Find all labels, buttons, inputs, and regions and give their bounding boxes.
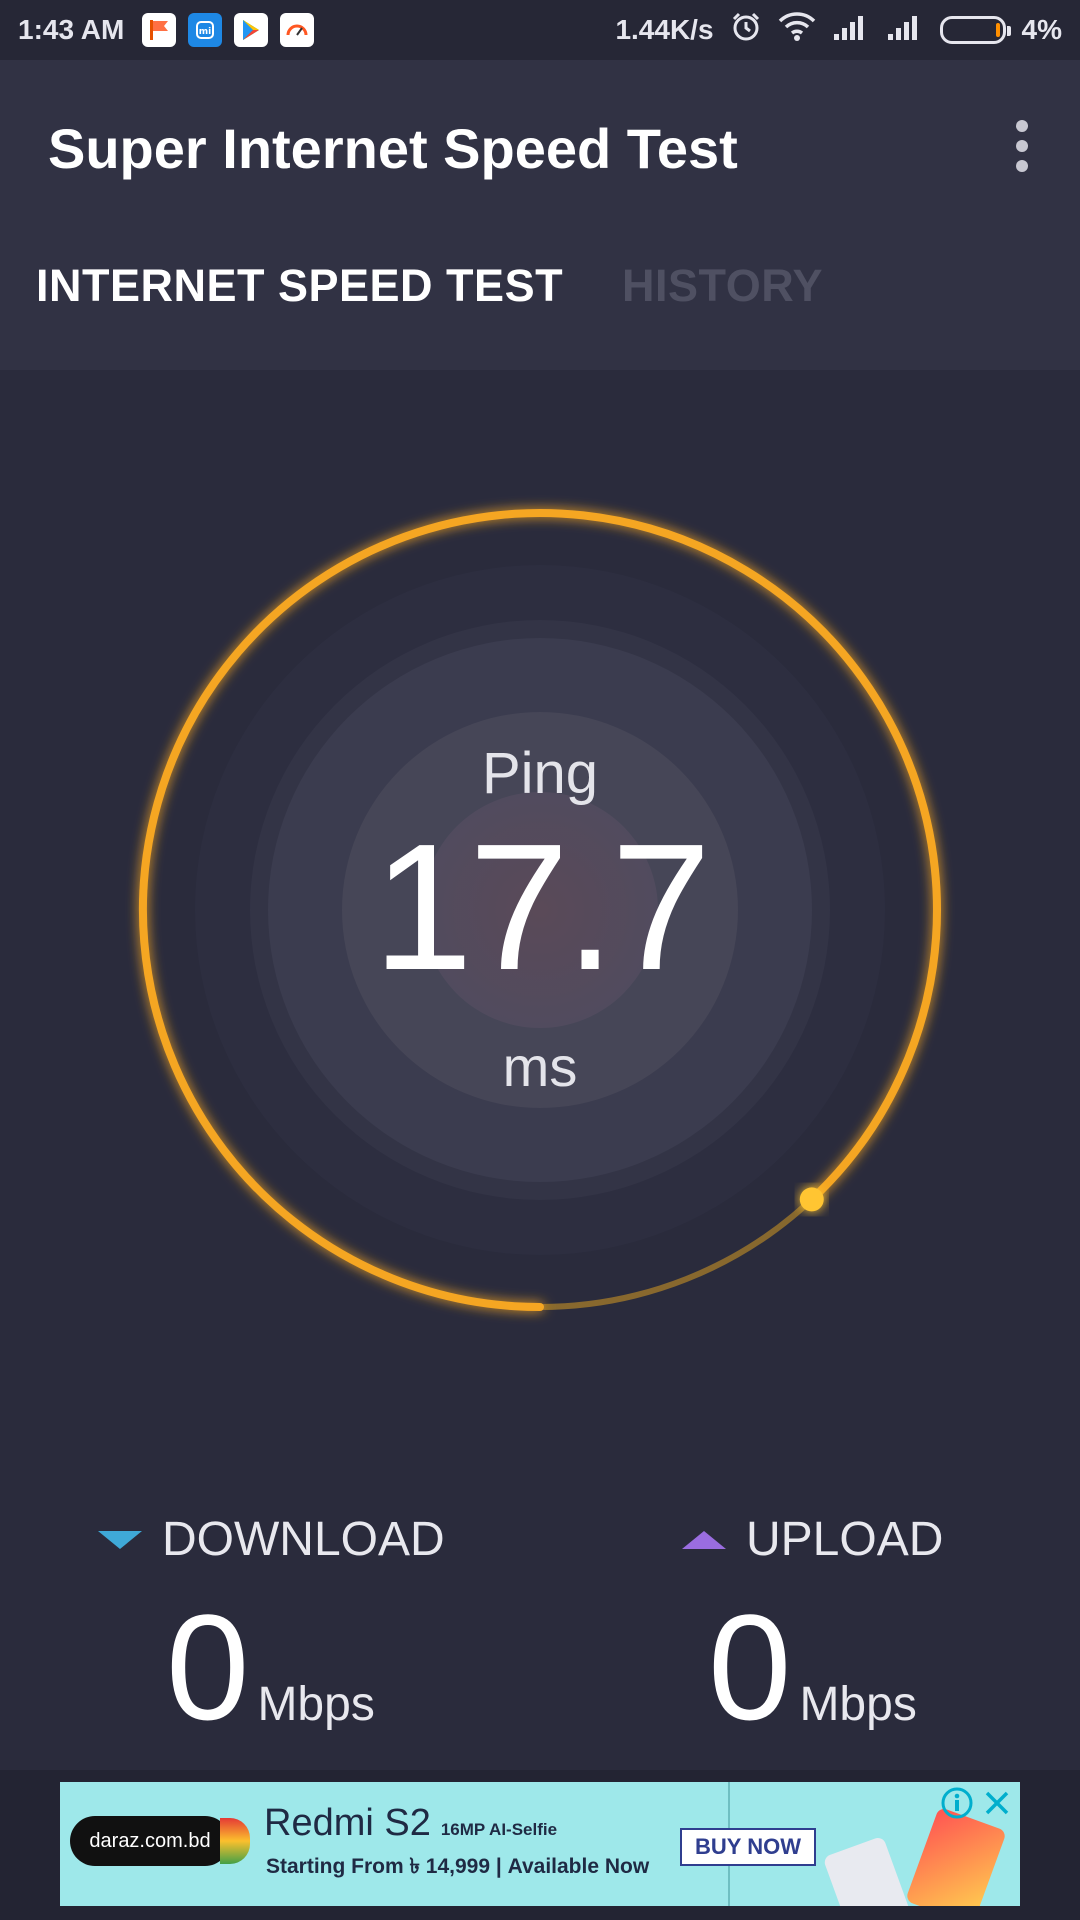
signal-1-icon [832, 12, 870, 49]
ad-container: daraz.com.bd Redmi S2 16MP AI-Selfie Sta… [0, 1770, 1080, 1920]
ad-buy-now-button[interactable]: BUY NOW [680, 1828, 816, 1866]
tab-history[interactable]: HISTORY [622, 260, 823, 312]
download-label: DOWNLOAD [162, 1513, 445, 1566]
svg-text:mi: mi [199, 27, 211, 37]
network-speed: 1.44K/s [615, 14, 714, 45]
battery-icon [939, 16, 1011, 44]
tab-bar: INTERNET SPEED TEST HISTORY [0, 260, 1080, 370]
alarm-icon [730, 11, 762, 50]
download-value: 0 [166, 1583, 250, 1751]
more-vert-icon[interactable] [1000, 116, 1044, 176]
upload-label: UPLOAD [746, 1513, 944, 1566]
mi-app-icon: mi [188, 13, 223, 47]
ad-subtext: Starting From ৳ 14,999 | Available Now [266, 1855, 650, 1878]
status-bar: 1:43 AM mi 1.44K/s 4% [0, 0, 1080, 60]
app-title: Super Internet Speed Test [48, 117, 738, 180]
status-time: 1:43 AM [18, 14, 125, 45]
download-value-group: 0 Mbps [166, 1592, 375, 1742]
ping-unit: ms [502, 1035, 578, 1098]
notification-flag-icon [142, 13, 177, 47]
upload-header: UPLOAD [682, 1512, 943, 1567]
ad-close-icon[interactable] [978, 1784, 1016, 1822]
ping-gauge: Ping 17.7 ms [0, 440, 1080, 1360]
download-unit: Mbps [257, 1678, 375, 1731]
signal-2-icon [886, 12, 924, 49]
tab-internet-speed-test[interactable]: INTERNET SPEED TEST [36, 260, 563, 312]
upload-value-group: 0 Mbps [708, 1592, 917, 1742]
status-right: 1.44K/s 4% [615, 11, 1062, 50]
upload-unit: Mbps [799, 1678, 917, 1731]
notification-icons: mi [142, 13, 315, 47]
ad-phone-image-2 [822, 1835, 914, 1906]
upload-arrow-icon [682, 1530, 726, 1549]
ad-banner[interactable]: daraz.com.bd Redmi S2 16MP AI-Selfie Sta… [60, 1782, 1020, 1906]
wifi-icon [778, 11, 816, 50]
ad-info-icon[interactable] [938, 1784, 976, 1822]
ping-value: 17.7 [372, 807, 711, 1008]
battery-percent: 4% [1021, 14, 1062, 45]
ad-brand-logo: daraz.com.bd [70, 1816, 230, 1866]
download-header: DOWNLOAD [98, 1512, 445, 1567]
ping-label: Ping [481, 741, 599, 806]
ad-headline: Redmi S2 [264, 1802, 431, 1844]
app-bar: Super Internet Speed Test INTERNET SPEED… [0, 60, 1080, 370]
download-arrow-icon [98, 1530, 142, 1549]
upload-value: 0 [708, 1583, 792, 1751]
gauge-progress-head [799, 1187, 824, 1212]
ad-headline-sub: 16MP AI-Selfie [440, 1820, 558, 1839]
speedtest-app-icon [280, 13, 315, 47]
ad-headline-group: Redmi S2 16MP AI-Selfie [264, 1802, 557, 1845]
ad-brand-logo-mark [220, 1818, 250, 1864]
play-store-icon [234, 13, 269, 47]
